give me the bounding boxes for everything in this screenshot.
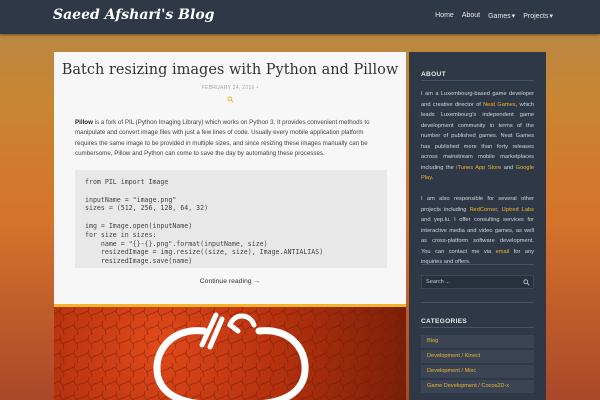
about-link[interactable]: Uptred Labs xyxy=(502,207,534,213)
code-block: from PIL import Image inputName = "image… xyxy=(75,170,387,268)
categories-heading: CATEGORIES xyxy=(421,318,468,325)
category-item[interactable]: Development / Misc xyxy=(421,365,534,378)
about-text-segment: and xyxy=(501,164,516,171)
about-text: I am a Luxembourg-based game developer a… xyxy=(421,89,534,268)
nav-item-label: Home xyxy=(435,12,454,19)
categories-top-divider xyxy=(421,302,534,303)
categories-divider xyxy=(421,327,534,328)
post-date-separator: • xyxy=(256,85,259,91)
about-text-segment: , which leads Luxembourg's independent g… xyxy=(421,101,535,171)
about-heading: ABOUT xyxy=(421,71,446,78)
continue-reading-link[interactable]: Continue reading → xyxy=(54,278,406,285)
nav-item-projects[interactable]: Projects▾ xyxy=(523,12,553,20)
main-nav: Home About Games▾ Projects▾ xyxy=(435,12,553,20)
nav-item-about[interactable]: About xyxy=(462,12,480,20)
nav-item-label: About xyxy=(461,12,481,19)
about-link[interactable]: iTunes App Store xyxy=(456,165,501,171)
category-item[interactable]: Game Development / Cocos2D-x xyxy=(421,380,534,393)
search-input[interactable] xyxy=(422,276,517,288)
about-paragraph-2: I am also responsible for several other … xyxy=(421,196,534,265)
caret-down-icon: ▾ xyxy=(549,13,553,20)
post-excerpt-text: is a fork of PIL (Python Imaging Library… xyxy=(75,119,370,158)
search-form xyxy=(421,275,534,289)
search-icon[interactable] xyxy=(523,279,530,286)
top-navbar: Saeed Afshari's Blog Home About Games▾ Proj… xyxy=(0,0,600,34)
nav-item-games[interactable]: Games▾ xyxy=(488,12,515,20)
post-date: FEBRUARY 24, 2016 • xyxy=(54,85,406,91)
about-divider xyxy=(421,80,534,81)
nav-item-home[interactable]: Home xyxy=(435,12,454,20)
post-date-text: FEBRUARY 24, 2016 xyxy=(201,85,255,91)
pillow-term: Pillow xyxy=(75,119,93,126)
sidebar: ABOUT I am a Luxembourg-based game devel… xyxy=(409,52,546,400)
nav-item-label: Games xyxy=(488,13,511,20)
post-title[interactable]: Batch resizing images with Python and Pi… xyxy=(54,62,406,78)
caret-down-icon: ▾ xyxy=(511,13,516,20)
about-paragraph-1: I am a Luxembourg-based game developer a… xyxy=(421,91,534,181)
category-item[interactable]: Development / Kinect xyxy=(421,350,534,363)
site-title[interactable]: Saeed Afshari's Blog xyxy=(53,7,214,23)
about-link[interactable]: email xyxy=(496,249,510,255)
about-link[interactable]: Neat Games xyxy=(483,102,516,108)
post-card: Batch resizing images with Python and Pi… xyxy=(54,52,406,307)
about-text-segment: . xyxy=(431,175,434,181)
about-link[interactable]: RedCorner xyxy=(469,207,497,213)
neat-games-logo-icon xyxy=(54,307,406,400)
post-featured-image[interactable] xyxy=(54,307,406,400)
post-excerpt: Pillow is a fork of PIL (Python Imaging … xyxy=(75,118,387,160)
nav-item-label: Projects xyxy=(523,13,549,20)
search-icon xyxy=(227,96,234,103)
search-divider xyxy=(421,264,534,265)
category-item[interactable]: Blog xyxy=(421,335,534,348)
